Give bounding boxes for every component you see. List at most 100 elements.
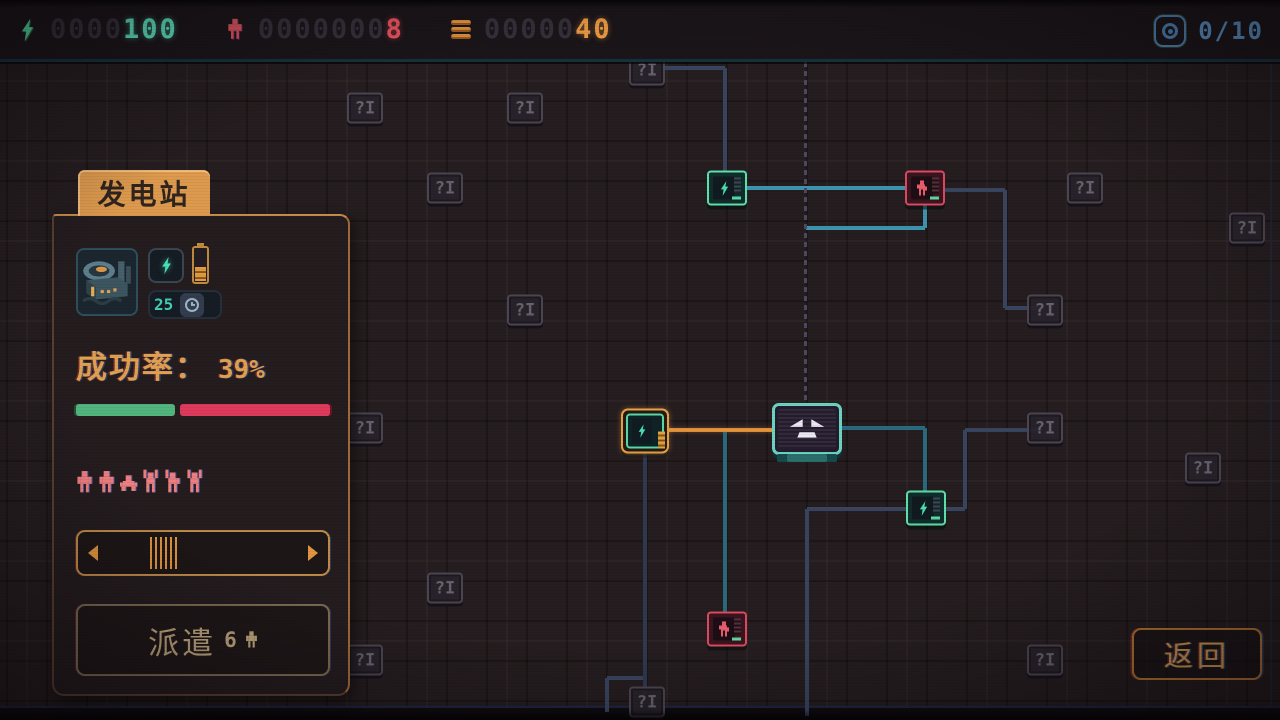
population-value: 8: [386, 14, 404, 45]
crew-count-slider[interactable]: [76, 530, 330, 576]
success-bar: [76, 404, 330, 416]
status-led: [732, 197, 741, 200]
map-wire: [727, 186, 925, 190]
success-rate-label: 成功率：: [76, 342, 208, 387]
map-node-power[interactable]: [906, 491, 946, 526]
success-rate-value: 39%: [218, 355, 265, 385]
map-wire: [1003, 190, 1007, 308]
person-icon: [224, 17, 246, 43]
status-led: [931, 517, 940, 520]
map-wire: [662, 66, 725, 70]
success-bar-red: [180, 404, 330, 416]
lightning-icon: [918, 500, 929, 516]
crew-member-icon: [120, 468, 137, 498]
map-wire: [723, 68, 727, 172]
map-wire: [805, 509, 809, 716]
monitor-base: [777, 454, 837, 462]
map-node-unknown[interactable]: ?I: [427, 573, 463, 604]
person-icon: [245, 630, 258, 650]
leading-zeros: 0000: [50, 14, 123, 45]
leading-zeros: 0000000: [258, 14, 386, 45]
map-node-person[interactable]: [707, 612, 747, 647]
question-icon: ?I: [1035, 300, 1055, 320]
map-wire: [605, 678, 609, 712]
resource-population: 00000008: [224, 14, 404, 45]
map-wire: [963, 430, 967, 509]
duration-chip: 25: [148, 290, 222, 319]
target-icon: [1154, 15, 1186, 47]
question-icon: ?I: [1193, 458, 1213, 478]
question-icon: ?I: [1035, 418, 1055, 438]
slider-ticks[interactable]: [150, 537, 180, 569]
map-node-unknown[interactable]: ?I: [629, 687, 665, 718]
map-wire: [807, 507, 920, 511]
power-station-icon: [76, 248, 138, 316]
crew-member-icon: [164, 468, 181, 498]
map-node-unknown[interactable]: ?I: [1027, 413, 1063, 444]
map-node-unknown[interactable]: ?I: [1229, 213, 1265, 244]
question-icon: ?I: [1237, 218, 1257, 238]
map-wire: [941, 188, 1005, 192]
target-counter: 0/10: [1154, 0, 1264, 62]
slider-increase-arrow[interactable]: [308, 545, 318, 561]
panel-title: 发电站: [97, 173, 190, 213]
map-wire: [923, 428, 927, 500]
station-panel: 发电站: [52, 214, 350, 696]
crew-row: [76, 466, 203, 498]
crew-member-icon: [186, 468, 203, 498]
map-wire: [804, 62, 807, 400]
dispatch-label: 派遣: [148, 618, 216, 663]
map-wire: [806, 226, 925, 230]
panel-tab[interactable]: 发电站: [78, 170, 210, 216]
question-icon: ?I: [515, 98, 535, 118]
crew-member-icon: [76, 468, 93, 498]
question-icon: ?I: [637, 692, 657, 712]
return-label: 返回: [1164, 633, 1230, 675]
lightning-icon: [632, 419, 652, 444]
dispatch-count: 6: [224, 628, 237, 652]
question-icon: ?I: [435, 578, 455, 598]
status-led: [930, 197, 939, 200]
vents-icon: [932, 178, 939, 194]
resource-energy: 0000100: [16, 14, 178, 45]
map-node-unknown[interactable]: ?I: [347, 93, 383, 124]
duration-value: 25: [154, 295, 173, 314]
energy-value: 100: [123, 14, 178, 45]
map-wire: [643, 440, 647, 695]
question-icon: ?I: [1035, 650, 1055, 670]
map-node-unknown[interactable]: ?I: [507, 93, 543, 124]
map-node-unknown[interactable]: ?I: [1067, 173, 1103, 204]
dispatch-button[interactable]: 派遣 6: [76, 604, 330, 676]
slider-decrease-arrow[interactable]: [88, 545, 98, 561]
crew-member-icon: [98, 468, 115, 498]
battery-indicator: [658, 432, 665, 449]
question-icon: ?I: [1075, 178, 1095, 198]
leading-zeros: 00000: [484, 14, 575, 45]
energy-cost-icon: [148, 248, 184, 283]
status-led: [732, 638, 741, 641]
map-node-selected[interactable]: [621, 409, 669, 454]
resource-coins: 0000040: [450, 14, 612, 45]
lightning-icon: [16, 17, 38, 43]
map-wire: [607, 676, 643, 680]
return-button[interactable]: 返回: [1132, 628, 1262, 680]
question-icon: ?I: [515, 300, 535, 320]
map-node-unknown[interactable]: ?I: [427, 173, 463, 204]
map-node-unknown[interactable]: ?I: [1027, 645, 1063, 676]
map-node-unknown[interactable]: ?I: [347, 645, 383, 676]
map-node-person[interactable]: [905, 171, 945, 206]
angry-face-icon: [785, 415, 829, 443]
success-bar-green: [76, 404, 175, 416]
target-counter-value: 0/10: [1198, 17, 1264, 45]
map-node-unknown[interactable]: ?I: [1185, 453, 1221, 484]
coins-value: 40: [575, 14, 612, 45]
map-node-boss[interactable]: [772, 403, 842, 455]
question-icon: ?I: [637, 60, 657, 80]
map-node-power[interactable]: [707, 171, 747, 206]
map-node-unknown[interactable]: ?I: [1027, 295, 1063, 326]
map-right-edge: [1270, 62, 1272, 706]
map-node-unknown[interactable]: ?I: [507, 295, 543, 326]
clock-icon: [180, 293, 204, 317]
map-node-unknown[interactable]: ?I: [347, 413, 383, 444]
question-icon: ?I: [355, 98, 375, 118]
